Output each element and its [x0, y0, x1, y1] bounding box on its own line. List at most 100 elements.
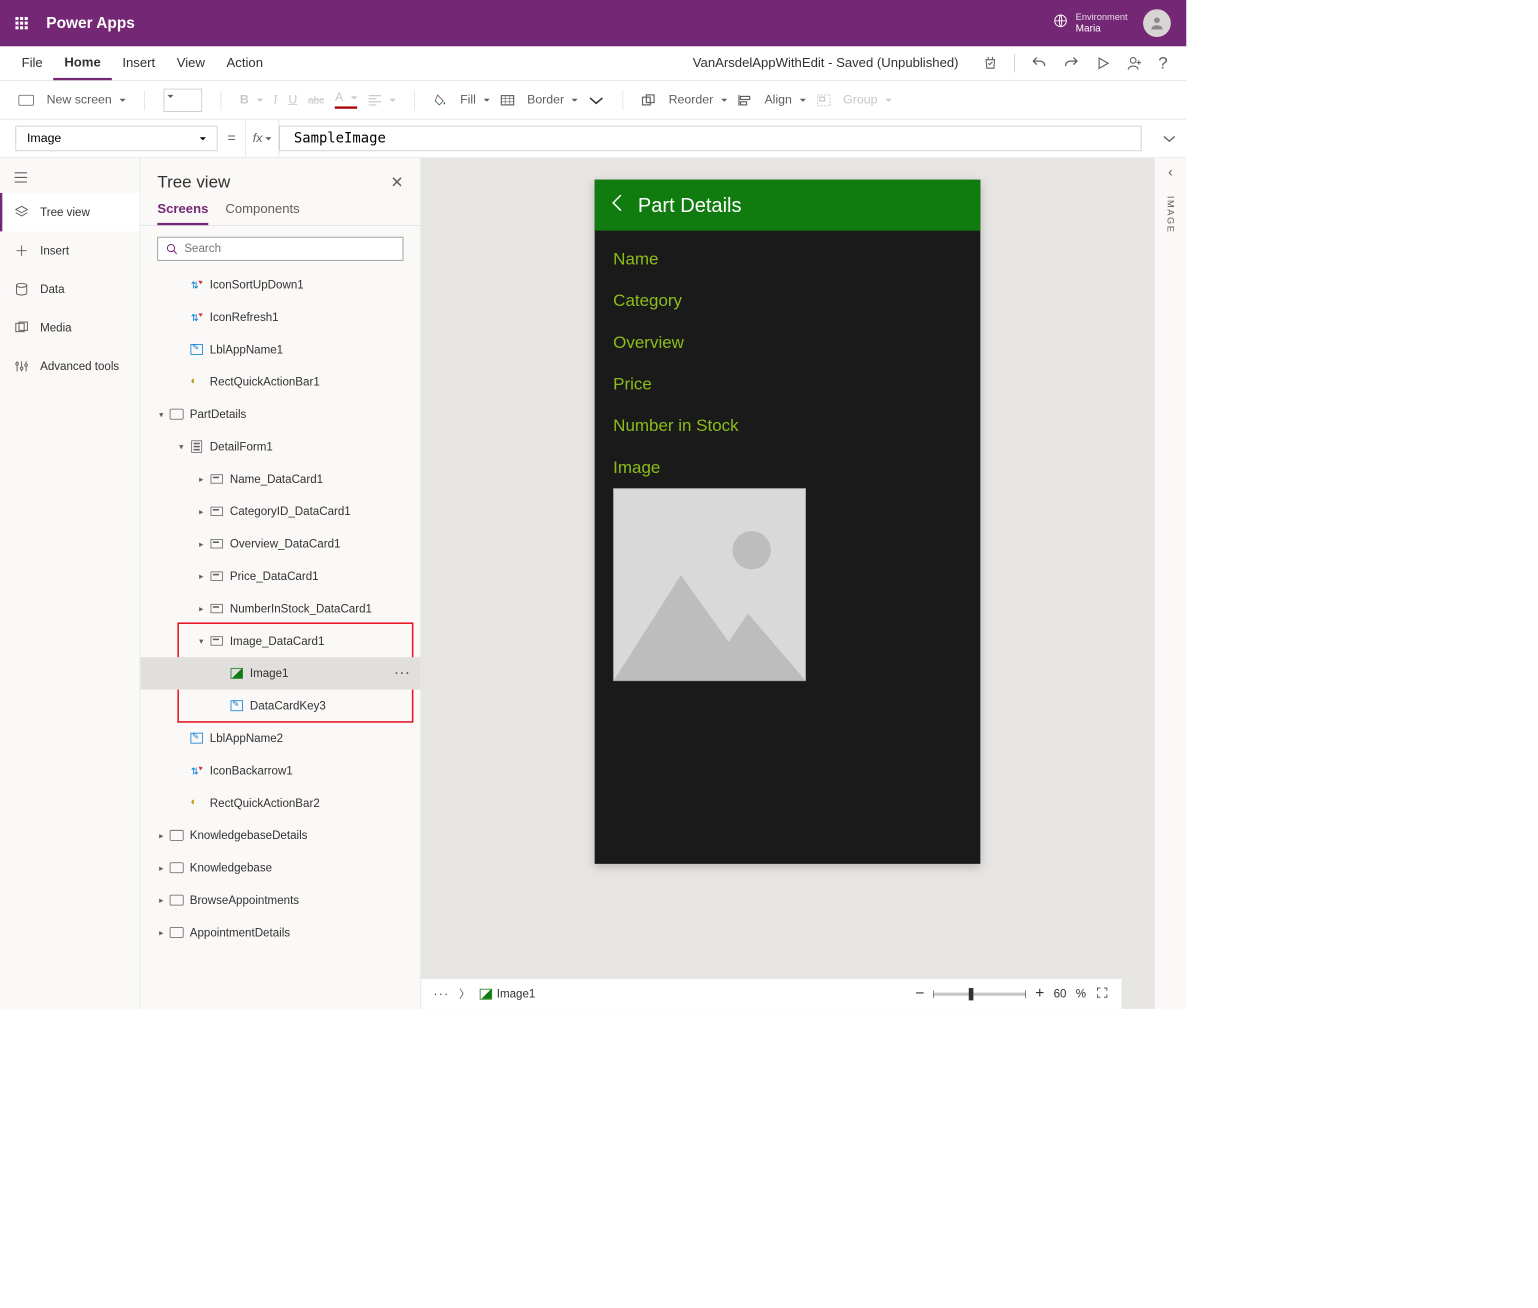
- zoom-out-icon[interactable]: −: [915, 985, 924, 1003]
- italic-button[interactable]: I: [273, 93, 277, 107]
- menu-insert[interactable]: Insert: [112, 46, 166, 80]
- app-checker-icon[interactable]: [974, 55, 1006, 72]
- tree-node[interactable]: ▸Knowledgebase: [140, 852, 420, 884]
- undo-icon[interactable]: [1023, 55, 1055, 72]
- text-align-button[interactable]: [368, 94, 396, 105]
- tree-node-label: AppointmentDetails: [190, 926, 290, 939]
- rail-tree-view[interactable]: Tree view: [0, 193, 140, 232]
- zoom-in-icon[interactable]: +: [1035, 985, 1044, 1003]
- menu-home[interactable]: Home: [54, 46, 112, 80]
- tree-node[interactable]: ⇅♥IconRefresh1: [140, 301, 420, 333]
- document-title: VanArsdelAppWithEdit - Saved (Unpublishe…: [693, 56, 959, 71]
- tree-node[interactable]: ▸Overview_DataCard1: [140, 528, 420, 560]
- close-icon[interactable]: ✕: [390, 172, 403, 191]
- fill-button[interactable]: Fill: [433, 93, 489, 107]
- reorder-icon: [642, 94, 656, 106]
- tree-node[interactable]: ▸ KnowledgebaseDetails: [140, 819, 420, 851]
- rail-insert[interactable]: Insert: [0, 231, 140, 270]
- play-icon[interactable]: [1087, 56, 1118, 71]
- field-label: Number in Stock: [613, 405, 962, 447]
- breadcrumb[interactable]: Image1: [480, 987, 536, 1000]
- more-format-button[interactable]: [589, 95, 604, 104]
- menu-view[interactable]: View: [166, 46, 216, 80]
- back-icon[interactable]: [610, 192, 625, 219]
- align-button[interactable]: Align: [738, 93, 806, 107]
- fit-icon[interactable]: [1095, 985, 1109, 1002]
- reorder-button[interactable]: Reorder: [642, 93, 727, 107]
- chevron-right-icon: ▸: [156, 895, 167, 905]
- tree-node[interactable]: ⇅♥IconBackarrow1: [140, 754, 420, 786]
- tree-node[interactable]: LblAppName1: [140, 333, 420, 365]
- help-icon[interactable]: ?: [1151, 53, 1176, 73]
- group-button[interactable]: Group: [817, 93, 892, 107]
- tree-node[interactable]: ▸ CategoryID_DataCard1: [140, 495, 420, 527]
- tree-node[interactable]: Image1···: [140, 657, 420, 689]
- property-dropdown[interactable]: Image: [15, 126, 217, 151]
- bucket-icon: [433, 93, 447, 107]
- tree-node[interactable]: ▸AppointmentDetails: [140, 916, 420, 948]
- rail-advanced[interactable]: Advanced tools: [0, 347, 140, 386]
- tree-node[interactable]: ▾DetailForm1: [140, 430, 420, 462]
- avatar[interactable]: [1143, 9, 1171, 37]
- tree-node[interactable]: ▸Price_DataCard1: [140, 560, 420, 592]
- theme-dropdown[interactable]: [163, 88, 202, 111]
- new-screen-button[interactable]: New screen: [19, 93, 126, 107]
- chevron-right-icon: ▸: [156, 830, 167, 840]
- tree-node[interactable]: ▸Name_DataCard1: [140, 463, 420, 495]
- redo-icon[interactable]: [1055, 55, 1087, 72]
- tree-node-label: Knowledgebase: [190, 861, 272, 874]
- tree-node-label: Overview_DataCard1: [230, 537, 341, 550]
- layers-icon: [14, 204, 29, 219]
- tree-panel-title: Tree view: [157, 172, 230, 192]
- environment-name: Maria: [1076, 23, 1128, 35]
- rail-data[interactable]: Data: [0, 270, 140, 309]
- fx-button[interactable]: fx: [245, 120, 279, 158]
- expand-properties-icon[interactable]: ‹: [1168, 164, 1173, 180]
- tree-node-label: BrowseAppointments: [190, 894, 299, 907]
- border-button[interactable]: Border: [501, 93, 579, 107]
- tab-screens[interactable]: Screens: [157, 201, 208, 225]
- card-icon: [211, 474, 223, 483]
- chevron-down-icon: ▾: [196, 636, 207, 646]
- search-input[interactable]: [184, 242, 395, 255]
- tree-node[interactable]: RectQuickActionBar2: [140, 787, 420, 819]
- card-icon: [211, 604, 223, 613]
- tree-node[interactable]: ⇅♥IconSortUpDown1: [140, 268, 420, 300]
- tree-node-label: CategoryID_DataCard1: [230, 505, 351, 518]
- environment-label: Environment: [1076, 12, 1128, 23]
- waffle-icon[interactable]: [15, 17, 27, 29]
- hamburger-icon[interactable]: [0, 166, 140, 193]
- rail-media[interactable]: Media: [0, 309, 140, 348]
- chevron-right-icon: ▸: [196, 506, 207, 516]
- strike-button[interactable]: abc: [308, 94, 324, 106]
- tree-node[interactable]: DataCardKey3: [140, 690, 420, 722]
- menu-file[interactable]: File: [11, 46, 54, 80]
- share-icon[interactable]: [1118, 55, 1150, 72]
- menu-action[interactable]: Action: [216, 46, 274, 80]
- formula-input[interactable]: SampleImage: [279, 126, 1141, 151]
- tree-search[interactable]: [157, 237, 403, 261]
- font-color-button[interactable]: A: [335, 91, 357, 109]
- tab-components[interactable]: Components: [225, 201, 299, 225]
- tree-node[interactable]: ▾Image_DataCard1: [140, 625, 420, 657]
- more-icon[interactable]: ···: [395, 667, 411, 680]
- tree-node-label: LblAppName2: [210, 732, 283, 745]
- underline-button[interactable]: U: [288, 93, 297, 107]
- tree-node[interactable]: LblAppName2: [140, 722, 420, 754]
- tree-node-label: KnowledgebaseDetails: [190, 829, 308, 842]
- tree-node[interactable]: RectQuickActionBar1: [140, 366, 420, 398]
- image-placeholder[interactable]: [613, 488, 806, 681]
- field-label: Category: [613, 280, 962, 322]
- tree-node[interactable]: ▸NumberInStock_DataCard1: [140, 592, 420, 624]
- tree-node[interactable]: ▾PartDetails: [140, 398, 420, 430]
- environment-picker[interactable]: Environment Maria: [1053, 12, 1128, 35]
- bold-button[interactable]: B: [240, 93, 263, 107]
- screen-title: Part Details: [638, 193, 742, 217]
- screen-icon: [19, 94, 34, 105]
- breadcrumb-more-icon[interactable]: ···: [433, 987, 449, 1000]
- tree-node-label: LblAppName1: [210, 343, 283, 356]
- zoom-slider[interactable]: [933, 992, 1026, 995]
- form-icon: [191, 440, 202, 452]
- tree-node[interactable]: ▸ BrowseAppointments: [140, 884, 420, 916]
- expand-formula-icon[interactable]: [1152, 120, 1186, 158]
